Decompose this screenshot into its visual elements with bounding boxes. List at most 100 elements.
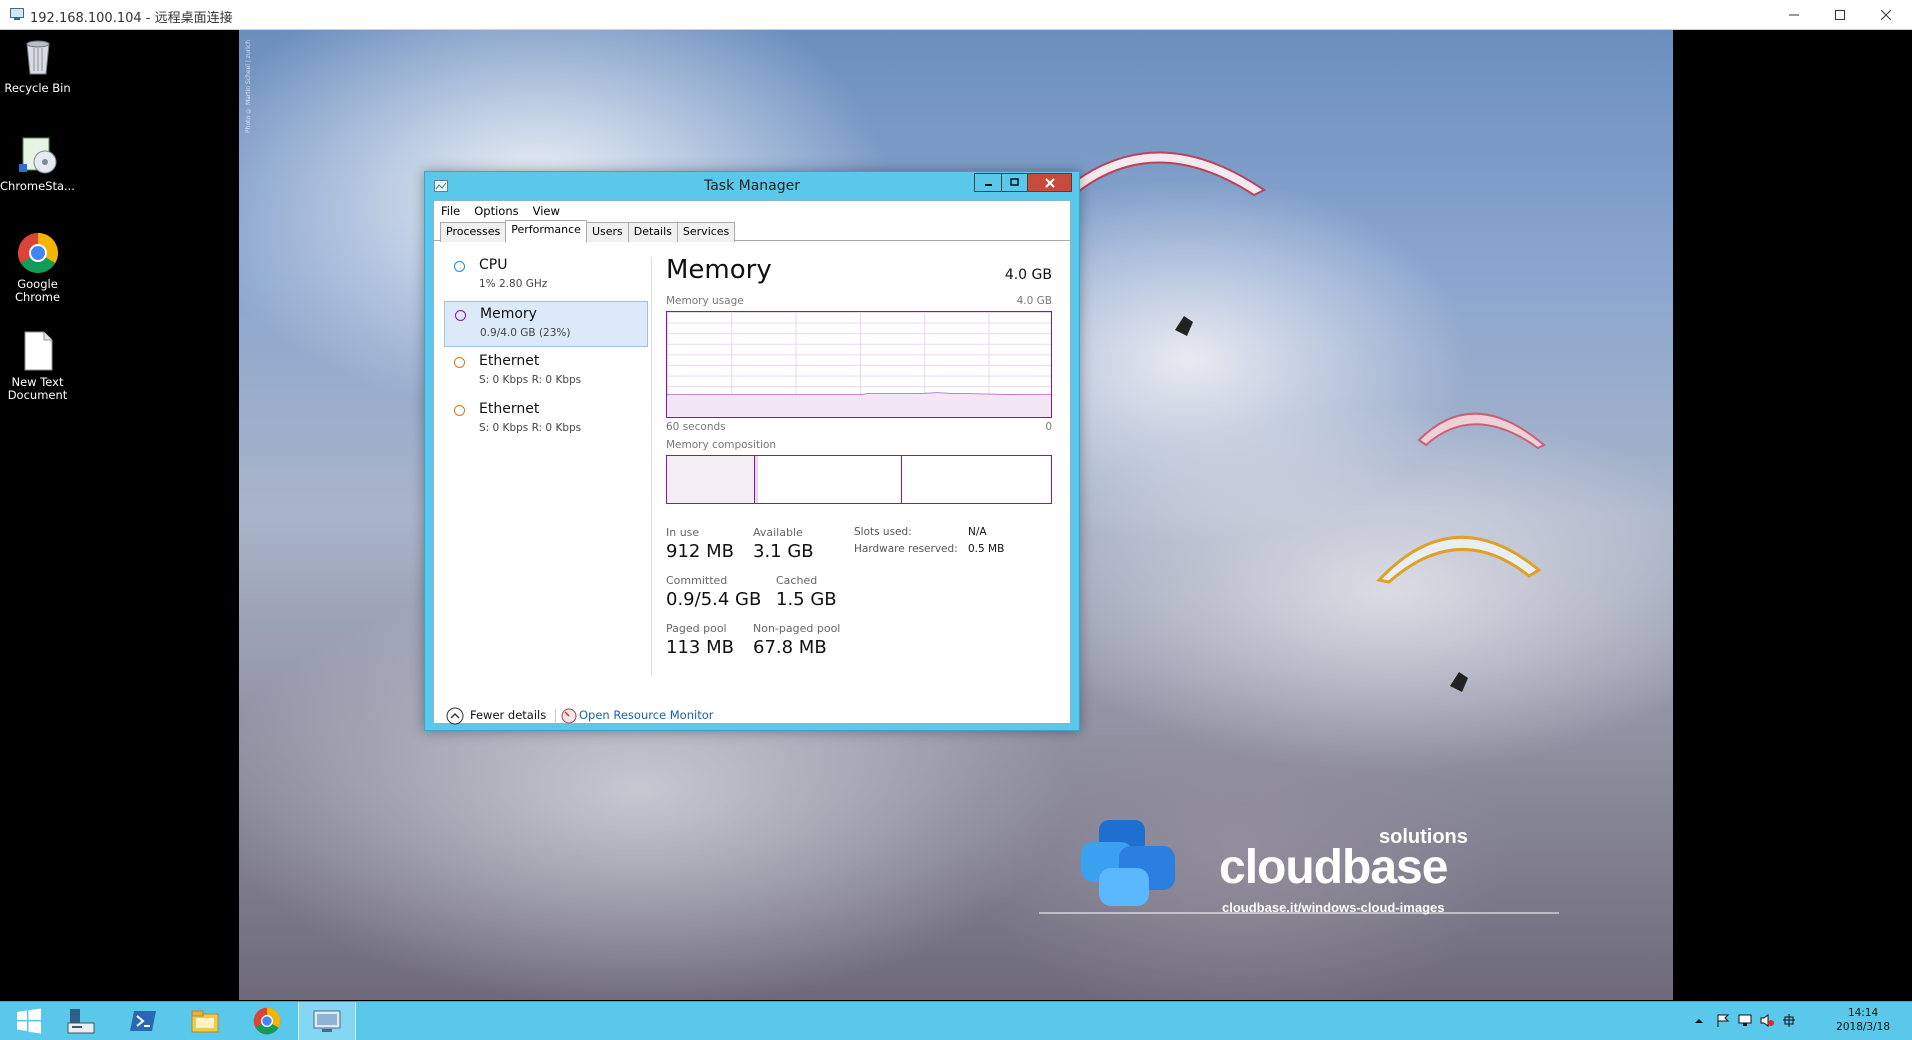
close-button[interactable] [1863,0,1909,30]
stat-value: 3.1 GB [753,541,814,562]
tm-minimize-button[interactable] [974,173,1002,192]
network-icon[interactable] [1738,1014,1752,1027]
composition-modified [755,456,758,503]
memory-indicator-icon [455,310,466,321]
stat-label: Paged pool [666,622,727,635]
resource-item-ethernet[interactable]: Ethernet S: 0 Kbps R: 0 Kbps [444,349,648,395]
open-resource-monitor-link[interactable]: Open Resource Monitor [579,708,713,722]
flag-icon[interactable] [1716,1014,1730,1027]
desktop-icon-label: Google Chrome [14,277,61,304]
fewer-details-link[interactable]: Fewer details [470,708,546,722]
tm-maximize-button[interactable] [1001,173,1028,192]
tab-users[interactable]: Users [585,222,629,242]
memory-detail: Memory 4.0 GB Memory usage 4.0 GB 60 sec… [666,241,1052,711]
start-icon [17,1008,41,1034]
memory-total: 4.0 GB [1004,267,1052,283]
resource-name: CPU [479,257,508,273]
installer-icon [17,134,59,176]
show-hidden-icons-icon[interactable] [1692,1014,1706,1027]
paraglider-pilot-image [1175,316,1193,336]
maximize-button[interactable] [1817,0,1863,30]
recycle-bin-icon [17,36,59,78]
resource-name: Ethernet [479,353,540,369]
desktop-icon-recycle-bin[interactable]: Recycle Bin [0,36,75,95]
desktop-icon-new-text-document[interactable]: New Text Document [0,330,75,402]
memory-usage-graph [666,311,1052,418]
speaker-muted-icon[interactable] [1760,1014,1774,1027]
resource-name: Ethernet [479,401,540,417]
footer-bar: Fewer details Open Resource Monitor [446,705,1046,727]
close-icon [1044,177,1055,188]
resource-summary: 1% 2.80 GHz [479,278,548,290]
memory-composition-bar [666,455,1052,504]
menu-options[interactable]: Options [467,201,525,221]
chrome-icon [17,232,59,274]
maximize-icon [1835,10,1845,20]
memory-usage-label: Memory usage [666,295,744,307]
resource-item-cpu[interactable]: CPU 1% 2.80 GHz [444,253,648,299]
system-tray: 14:14 2018/3/18 [1692,1002,1912,1040]
panel-divider [651,257,652,675]
desktop-icon-label: ChromeSta... [0,179,75,193]
stat-label: Available [753,526,803,539]
resource-monitor-icon [561,708,577,724]
chevron-up-circle-icon[interactable] [446,707,464,725]
resource-item-memory[interactable]: Memory 0.9/4.0 GB (23%) [444,301,648,347]
desktop-icon-google-chrome[interactable]: Google Chrome [0,232,75,304]
input-method-icon[interactable] [1782,1014,1796,1027]
maximize-icon [1010,178,1019,186]
cpu-indicator-icon [454,261,465,272]
resource-item-ethernet-2[interactable]: Ethernet S: 0 Kbps R: 0 Kbps [444,397,648,443]
ethernet-indicator-icon [454,357,465,368]
tab-details[interactable]: Details [627,222,678,242]
menu-view[interactable]: View [526,201,567,221]
menu-bar: File Options View [434,201,1070,221]
desktop-icon-chromesta[interactable]: ChromeSta... [0,134,75,193]
taskbar-chrome[interactable] [238,1002,296,1040]
minimize-icon [1789,14,1799,16]
hardware-reserved-label: Hardware reserved: [854,543,958,555]
memory-usage-max: 4.0 GB [1016,295,1052,307]
brand-url: cloudbase.it/windows-cloud-images [1222,900,1445,915]
paraglider-image [1062,151,1266,197]
taskbar-server-manager[interactable] [52,1002,110,1040]
detail-title: Memory [666,255,772,285]
cloudbase-logo-icon [1081,820,1175,906]
taskbar-remote-desktop[interactable] [298,1002,356,1040]
performance-panel: CPU 1% 2.80 GHz Memory 0.9/4.0 GB (23%) … [434,241,1070,725]
hardware-reserved-value: 0.5 MB [968,543,1005,555]
remote-desktop-icon [313,1010,341,1032]
close-icon [1881,10,1891,20]
paraglider-pilot-image [1450,672,1468,692]
taskbar-file-explorer[interactable] [176,1002,234,1040]
desktop-icon-label: New Text Document [7,375,68,402]
taskbar-powershell[interactable] [114,1002,172,1040]
menu-file[interactable]: File [434,201,467,221]
clock[interactable]: 14:14 2018/3/18 [1836,1006,1890,1034]
paraglider-image [1376,535,1542,584]
remote-desktop-icon [10,8,24,20]
stat-value: 1.5 GB [776,589,837,610]
tab-strip: Processes Performance Users Details Serv… [440,220,736,243]
start-button[interactable] [0,1002,58,1040]
stat-value: 912 MB [666,541,734,562]
desktop-icon-label: Recycle Bin [4,81,71,95]
stat-value: 0.9/5.4 GB [666,589,762,610]
brand-wordmark: cloudbase [1219,841,1448,894]
tab-services[interactable]: Services [676,222,736,242]
server-manager-icon [67,1009,95,1034]
resource-summary: S: 0 Kbps R: 0 Kbps [479,422,582,434]
paraglider-image [1417,412,1546,450]
tab-processes[interactable]: Processes [440,222,507,242]
minimize-button[interactable] [1771,0,1817,30]
wallpaper-credit: Photo © Martin Scheel | zurich [245,40,252,133]
tm-close-button[interactable] [1027,173,1072,192]
clock-date: 2018/3/18 [1836,1021,1890,1033]
tab-performance[interactable]: Performance [505,220,587,243]
stat-value: 113 MB [666,637,734,658]
resource-name: Memory [480,306,537,322]
stat-label: In use [666,526,700,539]
task-manager-window: Task Manager File Options View Processes… [424,171,1080,731]
slots-used-label: Slots used: [854,526,912,538]
resource-summary: 0.9/4.0 GB (23%) [480,327,571,339]
